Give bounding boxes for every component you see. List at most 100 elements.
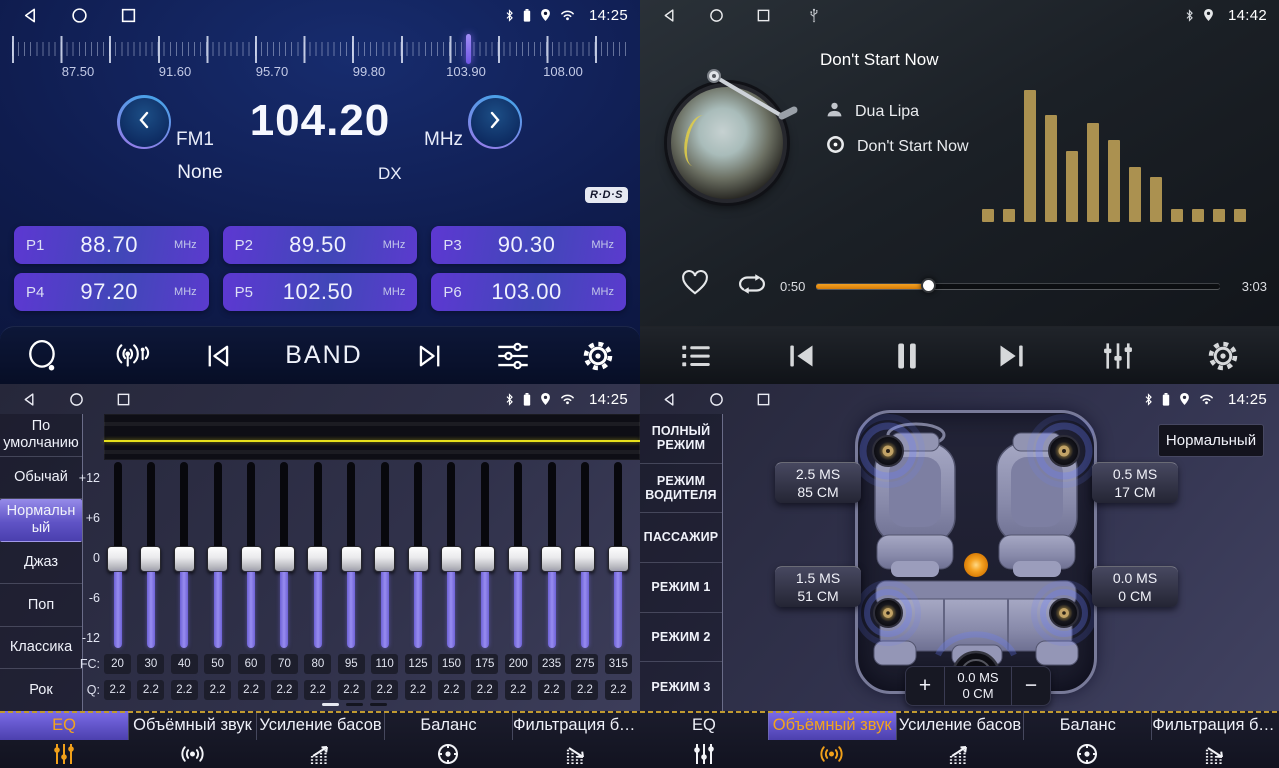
- slider-handle[interactable]: [574, 546, 595, 572]
- eq-band-slider[interactable]: [304, 462, 331, 648]
- eq-band-slider[interactable]: [505, 462, 532, 648]
- scan-button[interactable]: [26, 339, 60, 373]
- preset-button-p6[interactable]: P6103.00MHz: [431, 273, 626, 311]
- previous-track-button[interactable]: [785, 342, 819, 370]
- music-player-app: 14:42 Don't Start Now Dua Lipa Don't Sta…: [640, 0, 1279, 384]
- tab-balance[interactable]: Баланс: [384, 711, 512, 768]
- slider-handle[interactable]: [107, 546, 128, 572]
- slider-handle[interactable]: [207, 546, 228, 572]
- mode-passenger[interactable]: ПАССАЖИР: [640, 513, 722, 563]
- slider-track-lower: [447, 572, 455, 648]
- tab-surround-sound[interactable]: Объёмный звук: [128, 711, 256, 768]
- nav-recents-icon[interactable]: [756, 392, 771, 407]
- profile-button[interactable]: Нормальный: [1158, 424, 1264, 457]
- settings-gear-button[interactable]: [582, 340, 614, 372]
- slider-handle[interactable]: [508, 546, 529, 572]
- progress-bar[interactable]: [816, 284, 1220, 289]
- band-button[interactable]: BAND: [285, 341, 362, 370]
- eq-band-slider[interactable]: [104, 462, 131, 648]
- slider-handle[interactable]: [274, 546, 295, 572]
- nav-back-icon[interactable]: [22, 392, 37, 407]
- album-art[interactable]: [667, 83, 787, 203]
- nav-back-icon[interactable]: [662, 8, 677, 23]
- eq-band-slider[interactable]: [171, 462, 198, 648]
- tab-bass-boost[interactable]: Усиление басов: [256, 711, 384, 768]
- eq-band-slider[interactable]: [238, 462, 265, 648]
- tab-filtering[interactable]: Фильтрация ба...: [512, 711, 640, 768]
- next-station-button[interactable]: [414, 342, 444, 370]
- eq-band-slider[interactable]: [338, 462, 365, 648]
- slider-handle[interactable]: [474, 546, 495, 572]
- favorite-heart-icon[interactable]: [680, 269, 710, 301]
- tab-eq[interactable]: EQ: [640, 711, 768, 768]
- eq-band-slider[interactable]: [538, 462, 565, 648]
- slider-track-lower: [481, 572, 489, 648]
- mode-2[interactable]: РЕЖИМ 2: [640, 613, 722, 663]
- eq-band-slider[interactable]: [204, 462, 231, 648]
- tab-filtering[interactable]: Фильтрация ба...: [1151, 711, 1279, 768]
- delay-increase-button[interactable]: +: [906, 667, 944, 705]
- tab-eq[interactable]: EQ: [0, 711, 128, 768]
- broadcast-icon-button[interactable]: [112, 340, 152, 372]
- eq-band-slider[interactable]: [438, 462, 465, 648]
- next-track-button[interactable]: [994, 342, 1028, 370]
- preset-button-p1[interactable]: P188.70MHz: [14, 226, 209, 264]
- eq-band-slider[interactable]: [471, 462, 498, 648]
- slider-handle[interactable]: [174, 546, 195, 572]
- repeat-icon[interactable]: [735, 271, 769, 302]
- tab-surround-sound[interactable]: Объёмный звук: [768, 711, 896, 768]
- progress-thumb[interactable]: [921, 278, 936, 293]
- pause-button[interactable]: [893, 341, 921, 371]
- nav-home-icon[interactable]: [71, 7, 88, 24]
- visualizer-bar: [1171, 209, 1183, 222]
- eq-band-slider[interactable]: [137, 462, 164, 648]
- preset-button-p4[interactable]: P497.20MHz: [14, 273, 209, 311]
- settings-gear-button[interactable]: [1207, 340, 1239, 372]
- slider-handle[interactable]: [374, 546, 395, 572]
- preset-button-p2[interactable]: P289.50MHz: [223, 226, 418, 264]
- slider-handle[interactable]: [408, 546, 429, 572]
- eq-band-slider[interactable]: [405, 462, 432, 648]
- tab-bass-boost[interactable]: Усиление басов: [896, 711, 1024, 768]
- eq-band-slider[interactable]: [605, 462, 632, 648]
- nav-recents-icon[interactable]: [116, 392, 131, 407]
- nav-recents-icon[interactable]: [756, 8, 771, 23]
- nav-home-icon[interactable]: [709, 392, 724, 407]
- tab-balance[interactable]: Баланс: [1023, 711, 1151, 768]
- slider-handle[interactable]: [608, 546, 629, 572]
- audio-settings-button[interactable]: [1102, 341, 1134, 371]
- eq-band-slider[interactable]: [571, 462, 598, 648]
- slider-handle[interactable]: [341, 546, 362, 572]
- eq-preset-default[interactable]: По умолчанию: [0, 414, 82, 457]
- slider-handle[interactable]: [307, 546, 328, 572]
- tune-down-button[interactable]: [117, 95, 171, 149]
- mode-full[interactable]: ПОЛНЫЙ РЕЖИМ: [640, 414, 722, 464]
- slider-handle[interactable]: [140, 546, 161, 572]
- nav-home-icon[interactable]: [709, 8, 724, 23]
- previous-station-button[interactable]: [204, 342, 234, 370]
- slider-handle[interactable]: [441, 546, 462, 572]
- equalizer-settings-button[interactable]: [496, 341, 530, 371]
- delay-front-right[interactable]: 0.5 MS 17 CM: [1092, 462, 1178, 503]
- eq-band-slider[interactable]: [271, 462, 298, 648]
- delay-rear-right[interactable]: 0.0 MS 0 CM: [1092, 566, 1178, 607]
- frequency-pointer[interactable]: [466, 34, 471, 64]
- slider-track-lower: [381, 572, 389, 648]
- delay-front-left[interactable]: 2.5 MS 85 CM: [775, 462, 861, 503]
- mode-3[interactable]: РЕЖИМ 3: [640, 662, 722, 711]
- preset-button-p5[interactable]: P5102.50MHz: [223, 273, 418, 311]
- slider-handle[interactable]: [541, 546, 562, 572]
- nav-back-icon[interactable]: [22, 7, 39, 24]
- delay-decrease-button[interactable]: −: [1012, 667, 1050, 705]
- nav-back-icon[interactable]: [662, 392, 677, 407]
- mode-driver[interactable]: РЕЖИМ ВОДИТЕЛЯ: [640, 464, 722, 514]
- tune-up-button[interactable]: [468, 95, 522, 149]
- delay-rear-left[interactable]: 1.5 MS 51 CM: [775, 566, 861, 607]
- preset-button-p3[interactable]: P390.30MHz: [431, 226, 626, 264]
- nav-recents-icon[interactable]: [120, 7, 137, 24]
- playlist-button[interactable]: [680, 342, 712, 370]
- mode-1[interactable]: РЕЖИМ 1: [640, 563, 722, 613]
- slider-handle[interactable]: [241, 546, 262, 572]
- nav-home-icon[interactable]: [69, 392, 84, 407]
- eq-band-slider[interactable]: [371, 462, 398, 648]
